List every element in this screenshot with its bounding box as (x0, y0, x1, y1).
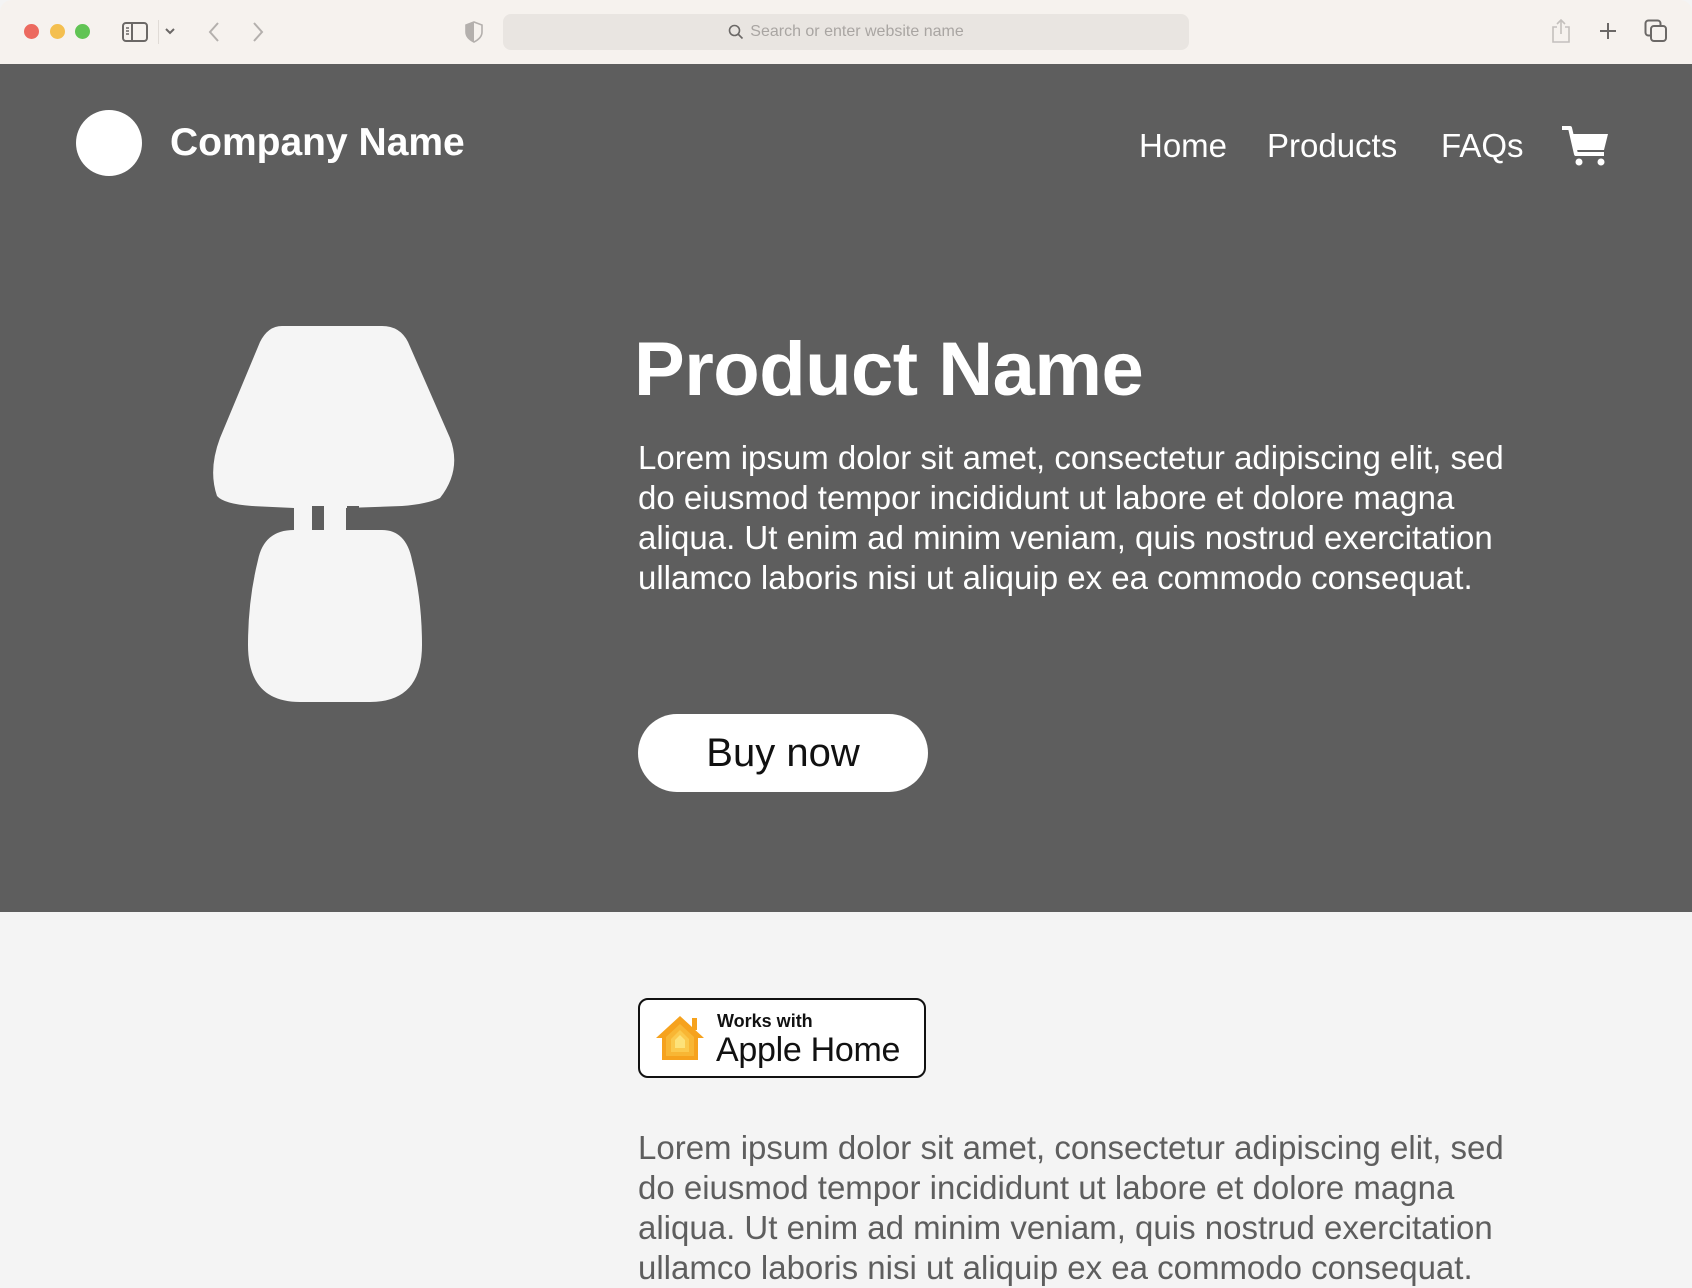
home-icon (656, 1016, 704, 1060)
toolbar-divider (158, 20, 159, 44)
address-placeholder: Search or enter website name (750, 23, 964, 40)
privacy-shield-icon[interactable] (463, 20, 485, 44)
company-logo[interactable] (76, 110, 142, 176)
search-icon (728, 24, 744, 40)
zoom-window-button[interactable] (75, 24, 90, 39)
browser-toolbar: Search or enter website name (0, 0, 1692, 64)
company-name[interactable]: Company Name (170, 118, 465, 168)
share-icon[interactable] (1550, 17, 1572, 45)
nav-home[interactable]: Home (1139, 124, 1227, 168)
tab-overview-icon[interactable] (1644, 19, 1668, 43)
address-bar[interactable]: Search or enter website name (503, 14, 1189, 50)
forward-icon[interactable] (248, 19, 268, 45)
new-tab-icon[interactable] (1597, 20, 1619, 42)
product-description: Lorem ipsum dolor sit amet, consectetur … (638, 439, 1504, 596)
product-title: Product Name (634, 327, 1144, 412)
nav-products[interactable]: Products (1267, 124, 1397, 168)
details-description: Lorem ipsum dolor sit amet, consectetur … (638, 1129, 1504, 1286)
lamp-icon (212, 320, 462, 710)
works-with-apple-home-badge[interactable]: Works with Apple Home (638, 998, 926, 1078)
sidebar-icon[interactable] (122, 20, 148, 44)
chevron-down-icon[interactable] (163, 24, 177, 38)
close-window-button[interactable] (24, 24, 39, 39)
badge-big-text: Apple Home (716, 1031, 901, 1069)
buy-now-button[interactable]: Buy now (638, 714, 928, 792)
back-icon[interactable] (204, 19, 224, 45)
badge-small-text: Works with (717, 1011, 813, 1031)
cart-icon[interactable] (1560, 124, 1610, 168)
nav-faqs[interactable]: FAQs (1441, 124, 1524, 168)
minimize-window-button[interactable] (50, 24, 65, 39)
